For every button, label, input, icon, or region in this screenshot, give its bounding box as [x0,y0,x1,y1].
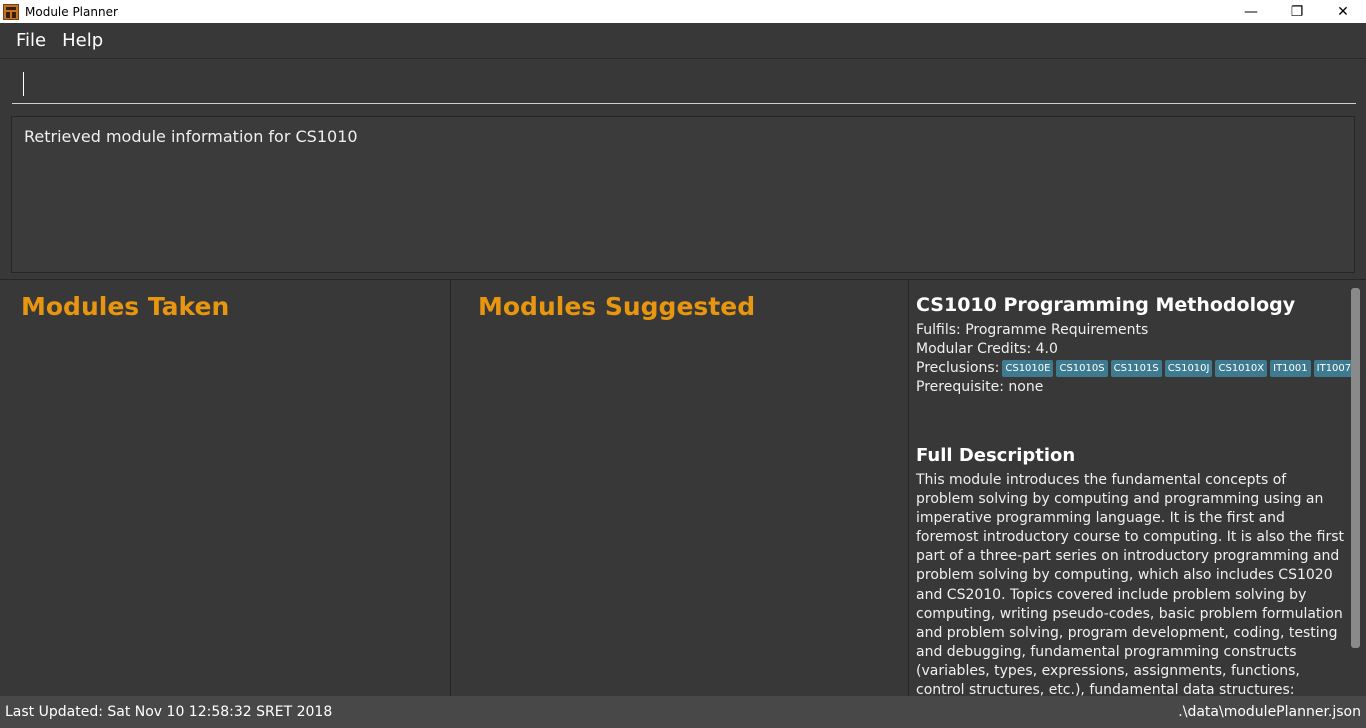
modules-suggested-title: Modules Suggested [478,292,756,321]
main-panels: Modules Taken Modules Suggested CS1010 P… [0,279,1366,697]
command-input[interactable] [12,67,1356,104]
module-fulfils: Fulfils: Programme Requirements [916,322,1149,338]
status-bar: Last Updated: Sat Nov 10 12:58:32 SRET 2… [0,696,1366,728]
module-info-content: CS1010 Programming Methodology Fulfils: … [916,294,1355,697]
result-display-area: Retrieved module information for CS1010 [0,110,1366,279]
minimize-button[interactable]: — [1228,0,1274,23]
preclusion-tag: IT1007 [1313,360,1355,377]
app-icon [3,3,19,20]
info-scrollbar[interactable] [1351,288,1360,648]
menu-help[interactable]: Help [54,30,111,51]
preclusion-tag: CS1010E [1002,360,1054,377]
menu-file[interactable]: File [8,30,54,51]
preclusion-tag: CS1010S [1056,360,1108,377]
modules-suggested-panel[interactable]: Modules Suggested [451,280,909,697]
result-display[interactable]: Retrieved module information for CS1010 [11,116,1355,273]
modules-taken-panel[interactable]: Modules Taken [0,280,451,697]
preclusion-tag: CS1010J [1164,360,1213,377]
module-description: This module introduces the fundamental c… [916,472,1344,697]
module-preclusions: Preclusions: CS1010E CS1010S CS1101S CS1010J… [916,359,1355,378]
preclusion-tags: CS1010E CS1010S CS1101S CS1010J CS1010X IT100… [999,360,1355,377]
module-title: CS1010 Programming Methodology [916,294,1296,316]
module-info-panel[interactable]: CS1010 Programming Methodology Fulfils: … [909,280,1366,697]
window-title: Module Planner [25,4,118,19]
module-credits: Modular Credits: 4.0 [916,341,1058,357]
preclusion-tag: CS1010X [1215,360,1268,377]
text-caret [23,72,24,96]
preclusions-label: Preclusions: [916,360,1000,376]
description-title: Full Description [916,445,1076,466]
menu-bar: File Help [0,23,1366,58]
save-location-status: .\data\modulePlanner.json [1178,704,1361,720]
preclusion-tag: IT1001 [1270,360,1311,377]
modules-taken-title: Modules Taken [21,292,230,321]
title-bar: Module Planner — ❐ ✕ [0,0,1366,23]
last-updated-status: Last Updated: Sat Nov 10 12:58:32 SRET 2… [5,704,333,720]
window-controls: — ❐ ✕ [1228,0,1366,23]
command-box [0,58,1366,110]
close-button[interactable]: ✕ [1320,0,1366,23]
module-prerequisite: Prerequisite: none [916,379,1044,395]
restore-button[interactable]: ❐ [1274,0,1320,23]
preclusion-tag: CS1101S [1110,360,1162,377]
